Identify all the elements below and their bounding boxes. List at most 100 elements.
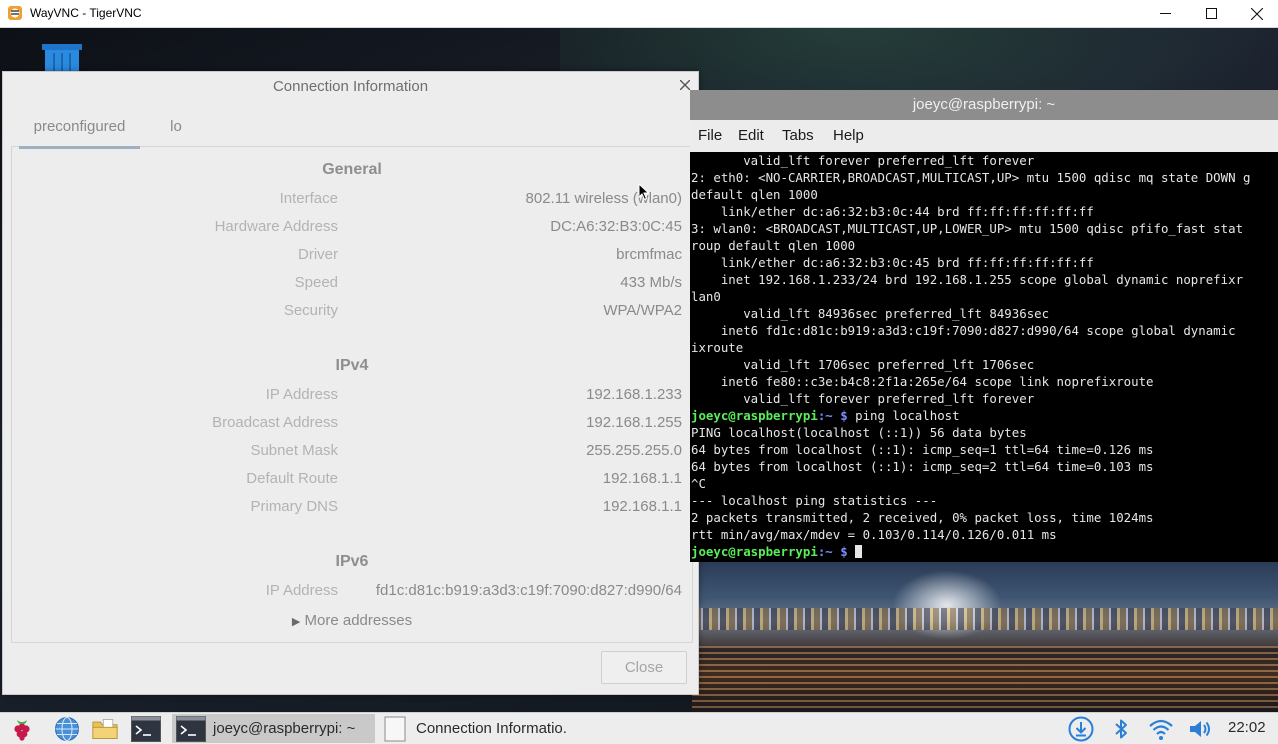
ipv6-heading: IPv6 (335, 553, 369, 570)
raspberry-menu-icon[interactable] (9, 716, 35, 742)
more-addresses-expander[interactable]: ▶ More addresses (12, 612, 692, 629)
hardware-address-value: DC:A6:32:B3:0C:45 (550, 218, 682, 235)
interface-value: 802.11 wireless (wlan0) (525, 190, 682, 207)
driver-label: Driver (298, 246, 338, 263)
wallpaper-skyline (692, 608, 1278, 630)
terminal-line: 64 bytes from localhost (::1): icmp_seq=… (691, 459, 1154, 474)
maximize-button[interactable] (1188, 0, 1234, 27)
web-browser-icon[interactable] (54, 716, 80, 742)
terminal-line: inet6 fe80::c3e:b4c8:2f1a:265e/64 scope … (691, 374, 1154, 389)
terminal-line: default qlen 1000 (691, 187, 818, 202)
ipv4-heading: IPv4 (335, 357, 369, 374)
volume-icon[interactable] (1187, 716, 1213, 742)
taskbar-task-connection-info-label: Connection Informatio. (416, 720, 567, 737)
terminal-line: inet6 fd1c:d81c:b919:a3d3:c19f:7090:d827… (691, 323, 1236, 338)
window-icon (384, 716, 406, 741)
wallpaper-city-image (692, 560, 1278, 712)
default-route-value: 192.168.1.1 (602, 470, 682, 487)
vnc-window-title: WayVNC - TigerVNC (30, 6, 142, 20)
terminal-command: ping localhost (847, 408, 960, 423)
maximize-icon (1205, 8, 1217, 19)
window-close-button[interactable] (1234, 0, 1278, 27)
speed-value: 433 Mb/s (620, 274, 682, 291)
subnet-mask-value: 255.255.255.0 (586, 442, 682, 459)
terminal-line: valid_lft 1706sec preferred_lft 1706sec (691, 357, 1035, 372)
terminal-menubar: File Edit Tabs Help (690, 120, 1278, 152)
taskbar-clock[interactable]: 22:02 (1228, 719, 1266, 736)
terminal-line: link/ether dc:a6:32:b3:0c:44 brd ff:ff:f… (691, 204, 1094, 219)
close-button[interactable]: Close (601, 651, 687, 684)
terminal-line: ^C (691, 476, 706, 491)
security-value: WPA/WPA2 (603, 302, 682, 319)
prompt-user: joeyc@raspberrypi (691, 408, 818, 423)
wallpaper-water (692, 646, 1278, 712)
connection-information-dialog: Connection Information preconfigured lo … (2, 71, 699, 695)
wifi-icon[interactable] (1148, 716, 1174, 742)
minimize-button[interactable] (1142, 0, 1188, 27)
terminal-line: 3: wlan0: <BROADCAST,MULTICAST,UP,LOWER_… (691, 221, 1244, 236)
tigervnc-logo-icon (8, 6, 22, 20)
close-icon (679, 79, 691, 91)
bluetooth-icon[interactable] (1108, 716, 1134, 742)
terminal-line: ixroute (691, 340, 744, 355)
vnc-window-titlebar: WayVNC - TigerVNC (0, 0, 1278, 28)
menu-file[interactable]: File (698, 127, 722, 144)
terminal-active-prompt[interactable]: joeyc@raspberrypi:~ $ (691, 543, 863, 560)
file-manager-icon[interactable] (92, 716, 118, 742)
taskbar-task-terminal-label: joeyc@raspberrypi: ~ (213, 720, 356, 737)
primary-dns-label: Primary DNS (250, 498, 338, 515)
prompt-user: joeyc@raspberrypi (691, 544, 818, 559)
dialog-title: Connection Information (272, 78, 429, 95)
connection-details-panel: General Interface 802.11 wireless (wlan0… (11, 147, 693, 643)
ipv6-ip-address-label: IP Address (265, 582, 338, 599)
menu-help[interactable]: Help (833, 127, 864, 144)
tab-lo[interactable]: lo (161, 118, 191, 146)
terminal-line: valid_lft forever preferred_lft forever (691, 153, 1035, 168)
terminal-line: rtt min/avg/max/mdev = 0.103/0.114/0.126… (691, 527, 1057, 542)
ipv4-ip-address-label: IP Address (265, 386, 338, 403)
terminal-line: 2: eth0: <NO-CARRIER,BROADCAST,MULTICAST… (691, 170, 1251, 185)
terminal-line: valid_lft forever preferred_lft forever (691, 391, 1035, 406)
terminal-cursor (855, 545, 863, 558)
terminal-line: 64 bytes from localhost (::1): icmp_seq=… (691, 442, 1154, 457)
mouse-pointer-icon (638, 183, 650, 201)
driver-value: brcmfmac (616, 246, 682, 263)
terminal-line: 2 packets transmitted, 2 received, 0% pa… (691, 510, 1154, 525)
security-label: Security (283, 302, 338, 319)
terminal-icon (176, 715, 206, 742)
terminal-line: valid_lft 84936sec preferred_lft 84936se… (691, 306, 1050, 321)
terminal-line: link/ether dc:a6:32:b3:0c:45 brd ff:ff:f… (691, 255, 1094, 270)
menu-edit[interactable]: Edit (738, 127, 764, 144)
trash-icon[interactable] (40, 44, 84, 74)
updates-download-icon[interactable] (1068, 716, 1094, 742)
terminal-prompt-line: joeyc@raspberrypi:~ $ ping localhost (691, 407, 960, 424)
taskbar-task-terminal[interactable]: joeyc@raspberrypi: ~ (172, 714, 375, 743)
broadcast-address-value: 192.168.1.255 (586, 414, 682, 431)
terminal-line: PING localhost(localhost (::1)) 56 data … (691, 425, 1027, 440)
tab-preconfigured[interactable]: preconfigured (19, 118, 140, 149)
speed-label: Speed (294, 274, 338, 291)
taskbar-task-connection-info[interactable]: Connection Informatio. (382, 714, 612, 743)
ipv4-ip-address-value: 192.168.1.233 (586, 386, 682, 403)
terminal-line: lan0 (691, 289, 721, 304)
prompt-path: :~ $ (817, 408, 848, 423)
general-heading: General (322, 161, 382, 178)
terminal-line: inet 192.168.1.233/24 brd 192.168.1.255 … (691, 272, 1244, 287)
triangle-right-icon: ▶ (291, 616, 301, 628)
default-route-label: Default Route (246, 470, 338, 487)
minimize-icon (1159, 13, 1171, 14)
primary-dns-value: 192.168.1.1 (602, 498, 682, 515)
more-addresses-label: More addresses (304, 612, 413, 629)
ipv6-ip-address-value: fd1c:d81c:b919:a3d3:c19f:7090:d827:d990/… (375, 582, 682, 599)
terminal-line: roup default qlen 1000 (691, 238, 856, 253)
terminal-launcher-icon[interactable] (131, 716, 161, 742)
terminal-line: --- localhost ping statistics --- (691, 493, 938, 508)
interface-label: Interface (279, 190, 338, 207)
terminal-output[interactable]: valid_lft forever preferred_lft forever … (690, 152, 1278, 562)
terminal-title: joeyc@raspberrypi: ~ (690, 90, 1278, 120)
terminal-window: joeyc@raspberrypi: ~ File Edit Tabs Help… (690, 90, 1278, 562)
menu-tabs[interactable]: Tabs (782, 127, 814, 144)
close-icon (1251, 7, 1263, 20)
broadcast-address-label: Broadcast Address (212, 414, 338, 431)
interface-tabs: preconfigured lo (11, 110, 691, 149)
